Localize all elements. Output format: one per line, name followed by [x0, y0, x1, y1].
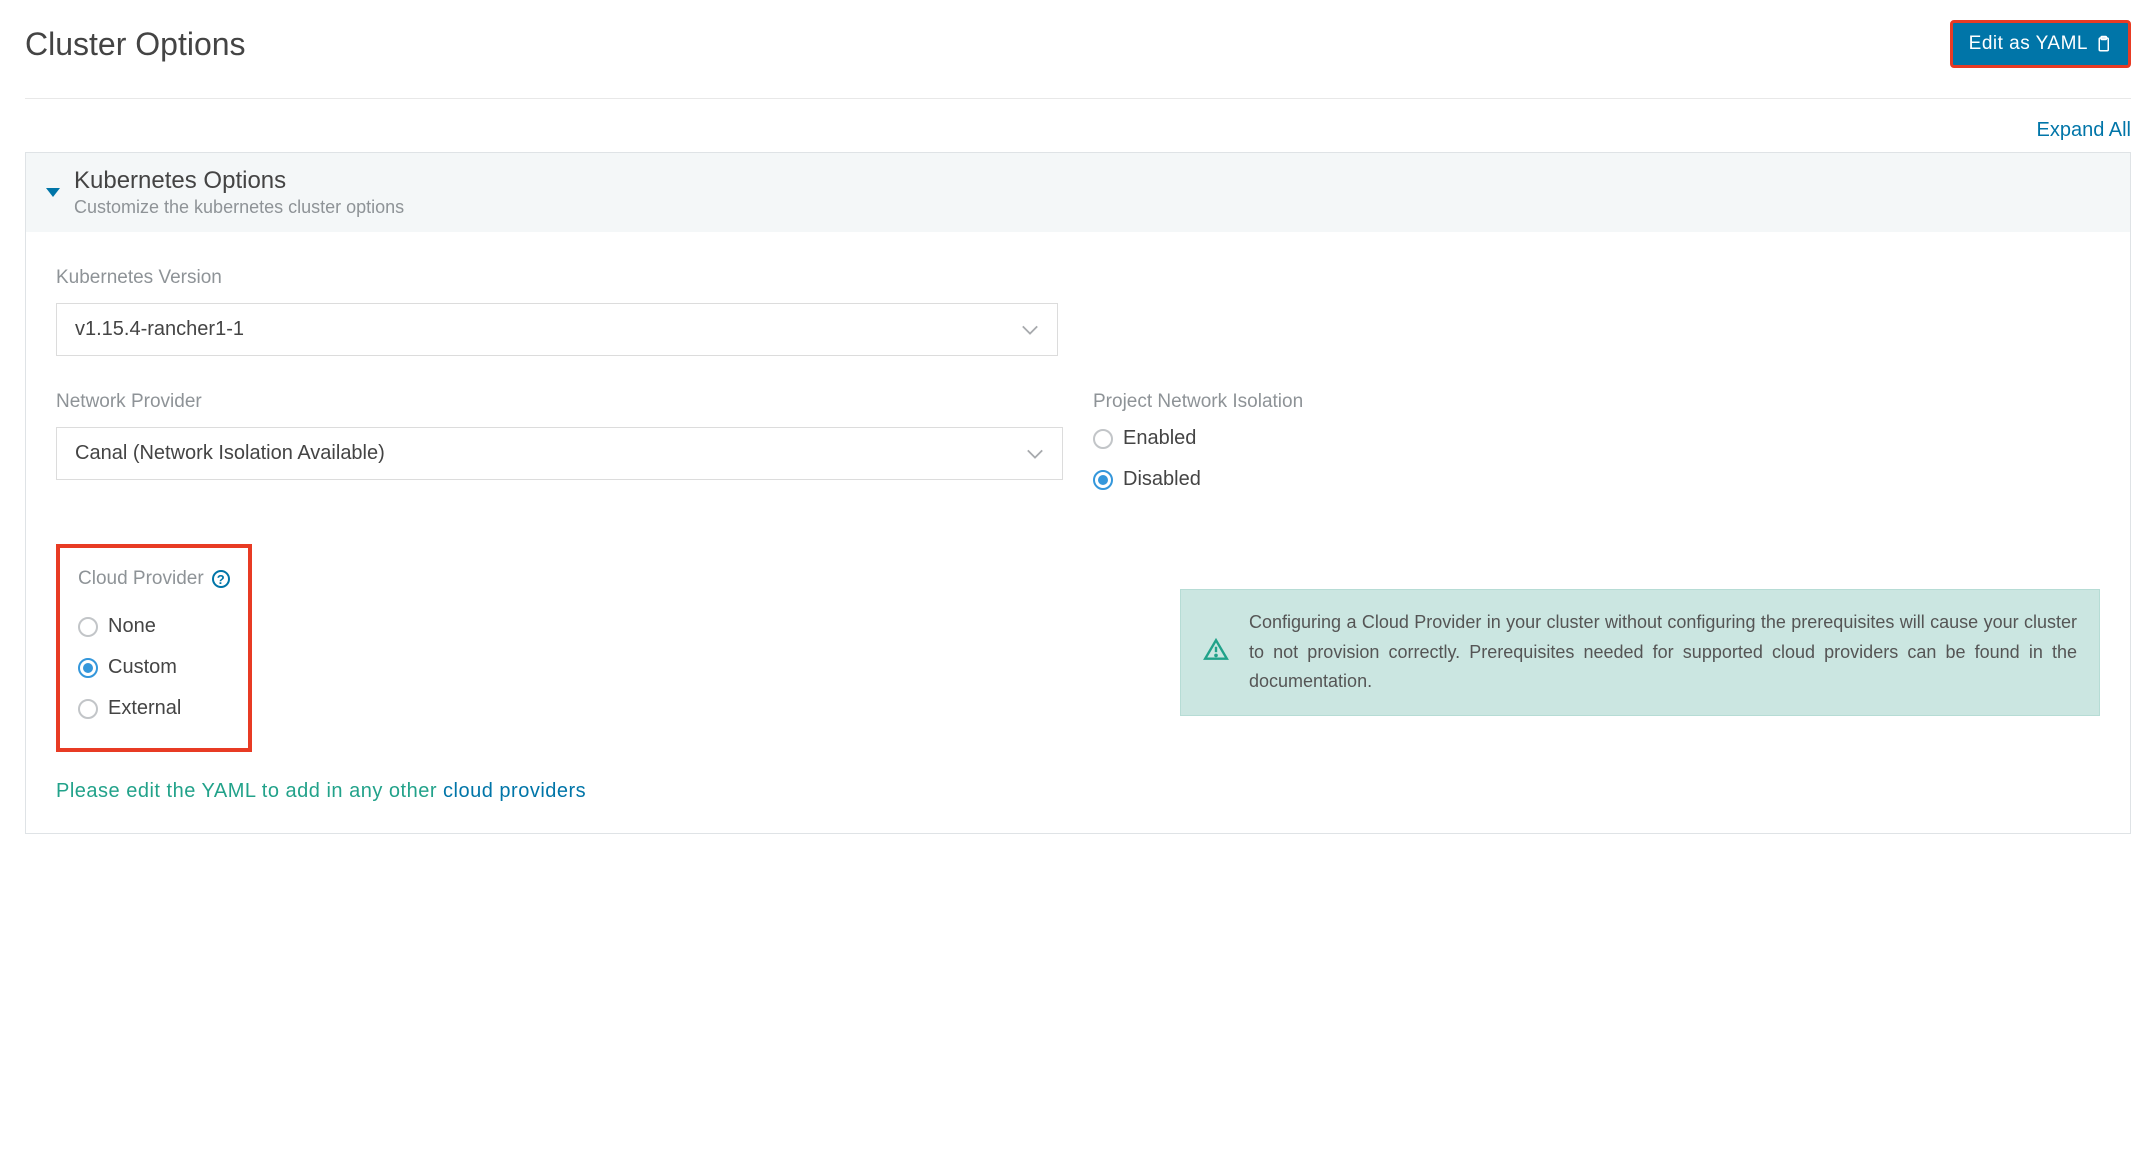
page-title: Cluster Options: [25, 26, 246, 63]
section-subtitle: Customize the kubernetes cluster options: [74, 197, 404, 218]
cloud-provider-none-label: None: [108, 615, 156, 638]
cloud-provider-external-label: External: [108, 697, 181, 720]
isolation-enabled-radio[interactable]: Enabled: [1093, 427, 2100, 450]
cloud-provider-none-radio[interactable]: None: [78, 615, 230, 638]
chevron-down-icon: [1021, 324, 1039, 336]
radio-icon: [1093, 429, 1113, 449]
warning-icon: [1203, 637, 1229, 668]
cloud-provider-label: Cloud Provider: [78, 568, 204, 590]
yaml-hint: Please edit the YAML to add in any other…: [56, 780, 2100, 803]
isolation-disabled-radio[interactable]: Disabled: [1093, 468, 2100, 491]
help-icon[interactable]: ?: [212, 570, 230, 588]
kubernetes-version-label: Kubernetes Version: [56, 267, 1058, 289]
edit-as-yaml-label: Edit as YAML: [1969, 33, 2088, 55]
network-provider-value: Canal (Network Isolation Available): [75, 442, 385, 465]
cloud-provider-custom-label: Custom: [108, 656, 177, 679]
radio-icon: [78, 617, 98, 637]
cloud-providers-link[interactable]: cloud providers: [443, 780, 586, 802]
radio-icon: [78, 658, 98, 678]
edit-as-yaml-button[interactable]: Edit as YAML: [1950, 20, 2131, 68]
kubernetes-version-select[interactable]: v1.15.4-rancher1-1: [56, 303, 1058, 356]
network-isolation-label: Project Network Isolation: [1093, 391, 2100, 413]
chevron-down-icon: [1026, 448, 1044, 460]
isolation-disabled-label: Disabled: [1123, 468, 1201, 491]
cloud-provider-highlight: Cloud Provider ? None Custom External: [56, 544, 252, 752]
chevron-down-icon: [46, 188, 60, 197]
kubernetes-version-value: v1.15.4-rancher1-1: [75, 318, 244, 341]
expand-all-link[interactable]: Expand All: [2036, 119, 2131, 141]
network-provider-select[interactable]: Canal (Network Isolation Available): [56, 427, 1063, 480]
cloud-provider-custom-radio[interactable]: Custom: [78, 656, 230, 679]
kubernetes-options-section: Kubernetes Options Customize the kuberne…: [25, 152, 2131, 834]
network-provider-label: Network Provider: [56, 391, 1063, 413]
radio-icon: [78, 699, 98, 719]
section-title: Kubernetes Options: [74, 167, 404, 195]
yaml-hint-prefix: Please edit the YAML to add in any other: [56, 780, 443, 802]
cloud-provider-alert: Configuring a Cloud Provider in your clu…: [1180, 589, 2100, 716]
cloud-provider-external-radio[interactable]: External: [78, 697, 230, 720]
clipboard-icon: [2094, 35, 2112, 53]
cloud-provider-alert-text: Configuring a Cloud Provider in your clu…: [1249, 608, 2077, 697]
radio-icon: [1093, 470, 1113, 490]
section-header[interactable]: Kubernetes Options Customize the kuberne…: [26, 153, 2130, 232]
isolation-enabled-label: Enabled: [1123, 427, 1196, 450]
